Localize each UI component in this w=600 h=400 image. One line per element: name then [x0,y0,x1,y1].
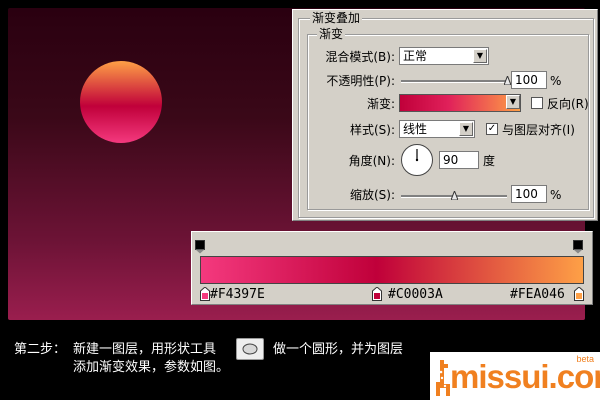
scale-label: 缩放(S): [349,188,395,202]
opacity-unit: % [550,74,562,88]
blend-mode-label: 混合模式(B): [325,50,395,64]
angle-indicator-icon [415,149,419,162]
scale-slider-thumb[interactable] [451,191,458,200]
angle-label: 角度(N): [348,154,395,168]
reverse-checkbox[interactable] [531,97,543,109]
scale-input[interactable]: 100 [511,185,547,203]
chevron-down-icon[interactable]: ▼ [506,95,520,109]
gradient-preview-bar [200,256,584,284]
color-stop-1-label: #F4397E [210,287,265,302]
screenshot: 渐变叠加 渐变 混合模式(B): 正常 ▼ 不透明性(P): 100 % 渐变:… [0,0,600,400]
opacity-stop-left[interactable] [195,239,205,254]
instruction-line1-a: 新建一图层，用形状工具 [73,342,217,357]
reverse-label: 反向(R) [547,97,589,111]
scale-slider-track[interactable] [401,191,507,200]
color-stop-3-label: #FEA046 [510,287,565,302]
opacity-slider-thumb[interactable] [504,76,511,85]
site-logo: missui.com beta [430,352,600,400]
opacity-label: 不透明性(P): [326,74,395,88]
style-label: 样式(S): [349,123,395,137]
angle-input[interactable]: 90 [439,151,479,169]
color-stop-2-label: #C0003A [388,287,443,302]
chevron-down-icon[interactable]: ▼ [473,49,487,63]
logo-beta-badge: beta [576,354,594,364]
dialog-title: 渐变叠加 [310,11,363,25]
blend-mode-value: 正常 [403,49,428,63]
color-stop-1[interactable] [200,286,210,301]
opacity-input[interactable]: 100 [511,71,547,89]
style-value: 线性 [403,122,428,136]
gradient-picker-swatch[interactable]: ▼ [399,94,521,112]
color-stop-2[interactable] [372,286,383,301]
gradient-group-title: 渐变 [317,27,346,41]
scale-unit: % [550,188,562,202]
angle-unit: 度 [483,154,496,168]
align-with-layer-checkbox[interactable]: ✓ [486,123,498,135]
ellipse-tool-button[interactable] [236,338,264,360]
instruction-line1-b: 做一个圆形，并为图层 [273,342,404,357]
style-select[interactable]: 线性 ▼ [399,120,475,138]
gradient-circle-shape [80,61,162,143]
gradient-label: 渐变: [366,97,395,111]
opacity-slider-track[interactable] [401,76,511,85]
gradient-editor: #F4397E #C0003A #FEA046 [191,231,593,305]
chevron-down-icon[interactable]: ▼ [459,122,473,136]
align-with-layer-label: 与图层对齐(I) [502,123,575,137]
angle-dial[interactable] [401,144,433,176]
instruction-line2: 添加渐变效果，参数如图。 [73,360,230,375]
ellipse-tool-icon [242,343,258,355]
gradient-overlay-dialog: 渐变叠加 渐变 混合模式(B): 正常 ▼ 不透明性(P): 100 % 渐变:… [292,9,598,221]
blend-mode-select[interactable]: 正常 ▼ [399,47,489,65]
step-label: 第二步： [14,342,67,357]
color-stop-3[interactable] [574,286,584,301]
opacity-stop-right[interactable] [573,239,583,254]
gradient-picker-dropdown[interactable]: ▼ [505,94,521,112]
